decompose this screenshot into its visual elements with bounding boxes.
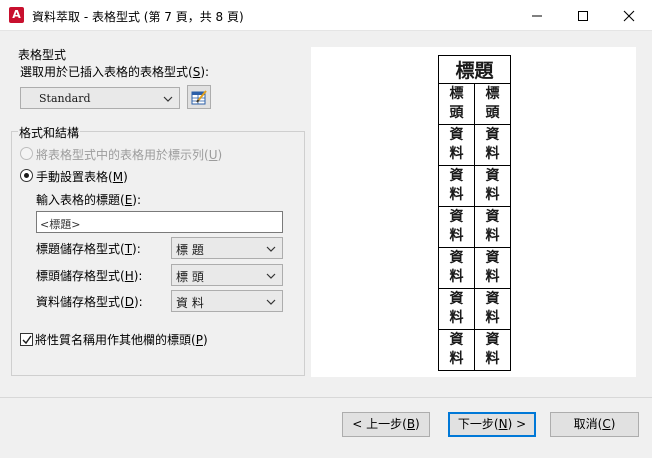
table-title-input[interactable]: <標題> bbox=[36, 211, 283, 233]
preview-data-cell: 資料 bbox=[438, 329, 475, 371]
header-cell-style-dropdown[interactable]: 標 頭 bbox=[171, 264, 283, 286]
preview-data-cell: 資料 bbox=[474, 165, 511, 207]
next-button[interactable]: 下一步(N) > bbox=[448, 412, 536, 437]
chevron-down-icon bbox=[266, 246, 276, 252]
preview-row: 標頭標頭 bbox=[438, 83, 511, 125]
use-property-names-label: 將性質名稱用作其他欄的標頭(P) bbox=[35, 333, 208, 347]
header-cell-style-label: 標頭儲存格型式(H): bbox=[36, 269, 143, 283]
minimize-button[interactable] bbox=[514, 0, 560, 31]
preview-data-cell: 資料 bbox=[438, 165, 475, 207]
manual-table-radio-label: 手動設置表格(M) bbox=[36, 170, 128, 184]
checkmark-icon bbox=[22, 335, 32, 345]
preview-row: 資料資料 bbox=[438, 165, 511, 207]
legend-table-radio[interactable] bbox=[20, 147, 33, 160]
close-icon bbox=[623, 10, 635, 22]
preview-row: 資料資料 bbox=[438, 247, 511, 289]
footer-divider bbox=[0, 397, 652, 398]
minimize-icon bbox=[532, 15, 542, 17]
title-bar: A 資料萃取 - 表格型式 (第 7 頁，共 8 頁) bbox=[0, 0, 652, 31]
title-cell-style-value: 標 題 bbox=[176, 243, 204, 257]
preview-row: 資料資料 bbox=[438, 288, 511, 330]
header-cell-style-value: 標 頭 bbox=[176, 270, 204, 284]
manual-table-radio[interactable] bbox=[20, 169, 33, 182]
preview-data-cell: 資料 bbox=[474, 247, 511, 289]
table-style-edit-icon bbox=[191, 90, 207, 105]
preview-data-cell: 資料 bbox=[438, 288, 475, 330]
close-button[interactable] bbox=[606, 0, 652, 31]
table-style-dropdown[interactable]: Standard bbox=[20, 87, 180, 109]
table-style-value: Standard bbox=[39, 92, 91, 105]
table-style-edit-button[interactable] bbox=[187, 85, 211, 109]
title-input-label: 輸入表格的標題(E): bbox=[36, 193, 142, 207]
preview-table: 標題 標頭標頭資料資料資料資料資料資料資料資料資料資料資料資料 bbox=[438, 55, 511, 371]
preview-data-cell: 資料 bbox=[438, 124, 475, 166]
maximize-icon bbox=[578, 11, 588, 21]
preview-title-cell: 標題 bbox=[438, 55, 511, 84]
use-property-names-checkbox[interactable] bbox=[20, 333, 33, 346]
table-style-select-label: 選取用於已插入表格的表格型式(S): bbox=[20, 65, 210, 79]
legend-table-radio-label: 將表格型式中的表格用於標示列(U) bbox=[36, 148, 223, 162]
table-preview-panel: 標題 標頭標頭資料資料資料資料資料資料資料資料資料資料資料資料 bbox=[311, 47, 636, 377]
preview-data-cell: 資料 bbox=[474, 206, 511, 248]
preview-data-cell: 資料 bbox=[474, 288, 511, 330]
table-style-group-label: 表格型式 bbox=[18, 48, 67, 62]
maximize-button[interactable] bbox=[560, 0, 606, 31]
chevron-down-icon bbox=[266, 273, 276, 279]
preview-row: 資料資料 bbox=[438, 329, 511, 371]
preview-header-cell: 標頭 bbox=[438, 83, 475, 125]
title-cell-style-dropdown[interactable]: 標 題 bbox=[171, 237, 283, 259]
data-cell-style-label: 資料儲存格型式(D): bbox=[36, 295, 143, 309]
window-title: 資料萃取 - 表格型式 (第 7 頁，共 8 頁) bbox=[32, 10, 244, 24]
data-cell-style-dropdown[interactable]: 資 料 bbox=[171, 290, 283, 312]
autocad-app-icon: A bbox=[9, 7, 24, 23]
title-cell-style-label: 標題儲存格型式(T): bbox=[36, 242, 141, 256]
format-group-label: 格式和結構 bbox=[18, 124, 81, 141]
preview-data-cell: 資料 bbox=[474, 329, 511, 371]
chevron-down-icon bbox=[163, 96, 173, 102]
back-button[interactable]: < 上一步(B) bbox=[342, 412, 430, 437]
preview-data-cell: 資料 bbox=[474, 124, 511, 166]
preview-data-cell: 資料 bbox=[438, 247, 475, 289]
preview-row: 資料資料 bbox=[438, 124, 511, 166]
data-cell-style-value: 資 料 bbox=[176, 296, 204, 310]
preview-data-cell: 資料 bbox=[438, 206, 475, 248]
preview-header-cell: 標頭 bbox=[474, 83, 511, 125]
preview-row: 資料資料 bbox=[438, 206, 511, 248]
chevron-down-icon bbox=[266, 299, 276, 305]
radio-selected-dot bbox=[24, 173, 29, 178]
cancel-button[interactable]: 取消(C) bbox=[550, 412, 639, 437]
